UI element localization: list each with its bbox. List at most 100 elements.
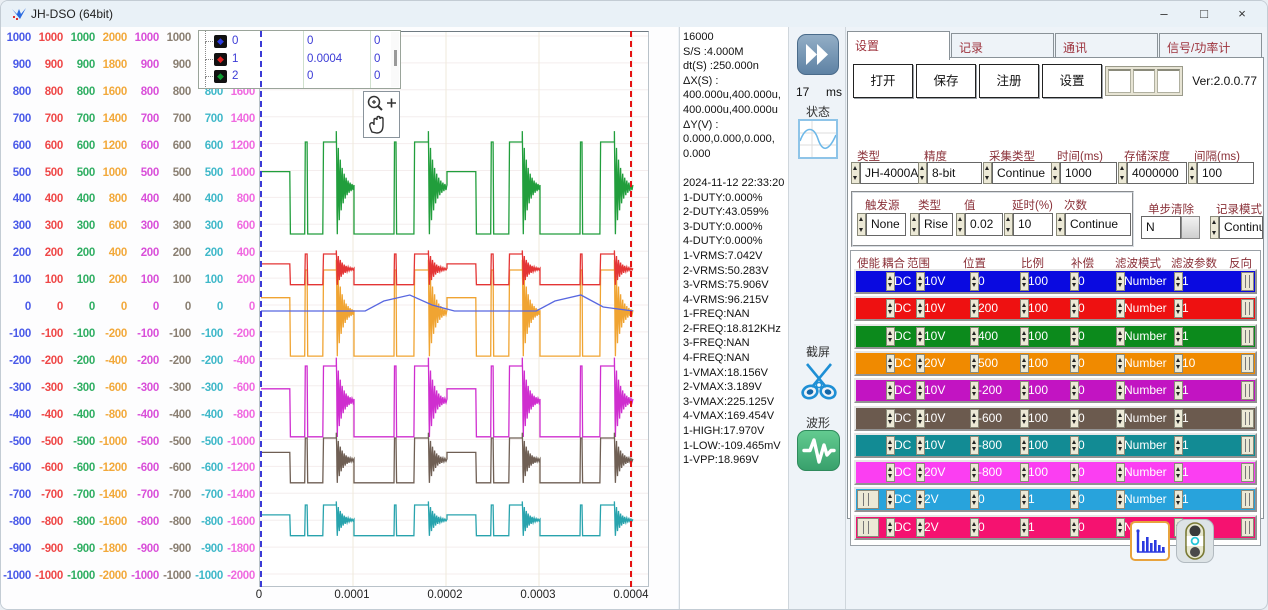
field-6[interactable]: 100 [1188, 162, 1254, 184]
signal-legend[interactable]: ◆000◆10.00040◆200◆30.00040 [198, 30, 401, 89]
minimize-button[interactable]: – [1147, 4, 1181, 24]
pan-hand-icon[interactable] [370, 117, 383, 134]
legend-row[interactable]: ◆10.00040 [199, 51, 400, 69]
cell-value: 0 [1078, 465, 1085, 479]
field-spinner[interactable] [918, 162, 927, 184]
cursor-right[interactable] [630, 31, 632, 587]
y-axis-label: 200 [161, 247, 191, 259]
channel-row-3[interactable]: DC10V4001000Number1 [854, 324, 1257, 349]
field-spinner[interactable] [1051, 162, 1060, 184]
y-axis-label: 100 [33, 274, 63, 286]
legend-tree-line [205, 42, 213, 60]
cell-value: Number [1124, 274, 1167, 288]
y-axis-label: -1000 [129, 570, 159, 582]
trigger-spinner[interactable] [910, 213, 919, 236]
legend-row[interactable]: ◆30.00040 [199, 86, 400, 90]
y-axis-label: 100 [65, 274, 95, 286]
record-mode-field[interactable]: Continue [1210, 216, 1263, 239]
channel-row-2[interactable]: DC10V2001000Number1 [854, 296, 1257, 321]
field-4[interactable]: 1000 [1051, 162, 1117, 184]
trigger-field-5[interactable]: Continue [1056, 213, 1131, 236]
waveform-view-button[interactable] [797, 430, 840, 471]
record-mode-spinner[interactable] [1210, 216, 1219, 239]
channel-row-8[interactable]: DC20V-8001000Number1 [854, 460, 1257, 485]
indicator-boxes [1105, 66, 1183, 96]
tab-3[interactable]: 通讯 [1055, 33, 1158, 59]
invert-toggle[interactable] [1241, 354, 1254, 373]
field-3[interactable]: Continue [983, 162, 1054, 184]
y-axis-label: -600 [161, 462, 191, 474]
maximize-button[interactable]: □ [1187, 4, 1221, 24]
invert-toggle[interactable] [1241, 518, 1254, 537]
status-waveform-icon[interactable] [798, 119, 838, 159]
field-spinner[interactable] [1188, 162, 1197, 184]
settings-panel: 设置记录通讯信号/功率计 打开保存注册设置 Ver:2.0.0.77 类型JH-… [847, 27, 1264, 609]
channel-row-9[interactable]: DC2V010Number1 [854, 487, 1257, 512]
waveform-plot[interactable] [259, 31, 649, 587]
invert-toggle[interactable] [1241, 327, 1254, 346]
button-2[interactable]: 保存 [916, 64, 976, 98]
invert-toggle[interactable] [1241, 436, 1254, 455]
tab-2[interactable]: 记录 [951, 33, 1054, 59]
trigger-field-4[interactable]: 10 [1004, 213, 1053, 236]
invert-toggle[interactable] [1241, 299, 1254, 318]
cursor-left[interactable] [260, 31, 262, 587]
trigger-spinner[interactable] [956, 213, 965, 236]
invert-toggle[interactable] [1241, 463, 1254, 482]
legend-row[interactable]: ◆000 [199, 33, 400, 51]
button-4[interactable]: 设置 [1042, 64, 1102, 98]
button-3[interactable]: 注册 [979, 64, 1039, 98]
single-clear-button[interactable] [1181, 216, 1200, 239]
enable-toggle[interactable] [857, 490, 879, 509]
camera-button[interactable] [1176, 519, 1214, 563]
run-fast-forward-button[interactable] [797, 34, 839, 75]
legend-row[interactable]: ◆200 [199, 68, 400, 86]
trigger-spinner[interactable] [857, 213, 866, 236]
legend-marker-icon: ◆ [214, 35, 227, 48]
single-clear-field[interactable]: N [1141, 216, 1200, 239]
app-logo-icon [11, 6, 27, 22]
channel-row-1[interactable]: DC10V01000Number1 [854, 269, 1257, 294]
trigger-spinner[interactable] [1056, 213, 1065, 236]
trigger-field-1[interactable]: None [857, 213, 906, 236]
tab-1[interactable]: 设置 [847, 31, 950, 60]
trigger-field-2[interactable]: Rise [910, 213, 953, 236]
invert-toggle[interactable] [1241, 409, 1254, 428]
screenshot-scissors-icon[interactable] [800, 359, 838, 408]
field-5[interactable]: 4000000 [1118, 162, 1187, 184]
button-1[interactable]: 打开 [853, 64, 913, 98]
channel-row-5[interactable]: DC10V-2001000Number1 [854, 378, 1257, 403]
channel-row-4[interactable]: DC20V5001000Number10 [854, 351, 1257, 376]
invert-toggle[interactable] [1241, 381, 1254, 400]
field-spinner[interactable] [983, 162, 992, 184]
trigger-spinner[interactable] [1004, 213, 1013, 236]
cell-value: 10V [924, 274, 945, 288]
trigger-field-3[interactable]: 0.02 [956, 213, 1003, 236]
field-1[interactable]: JH-4000A [851, 162, 922, 184]
tab-4[interactable]: 信号/功率计 [1159, 33, 1262, 59]
invert-toggle[interactable] [1241, 272, 1254, 291]
close-button[interactable]: × [1225, 4, 1259, 24]
zoom-icon[interactable] [369, 97, 383, 111]
legend-scrollbar[interactable] [391, 32, 399, 87]
y-axis-label: 900 [129, 59, 159, 71]
channel-row-6[interactable]: DC10V-6001000Number1 [854, 406, 1257, 431]
trigger-label: 延时(%) [1012, 197, 1053, 213]
field-2[interactable]: 8-bit [918, 162, 982, 184]
field-spinner[interactable] [1118, 162, 1127, 184]
status-label: 状态 [790, 103, 846, 120]
channel-row-7[interactable]: DC10V-8001000Number1 [854, 433, 1257, 458]
cell-value: 500 [978, 356, 998, 370]
enable-toggle[interactable] [857, 518, 879, 537]
y-axis-label: -1200 [97, 462, 127, 474]
y-axis-label: 900 [65, 59, 95, 71]
plot-section: 10009008007006005004003002001000-100-200… [1, 27, 678, 609]
y-axis-label: 500 [193, 167, 223, 179]
y-axis-label: 1600 [97, 86, 127, 98]
spectrum-button[interactable] [1130, 521, 1170, 561]
zoom-in-icon[interactable] [387, 99, 396, 108]
y-axis-label: 200 [129, 247, 159, 259]
invert-toggle[interactable] [1241, 490, 1254, 509]
y-axis-label: 0 [33, 301, 63, 313]
field-spinner[interactable] [851, 162, 860, 184]
